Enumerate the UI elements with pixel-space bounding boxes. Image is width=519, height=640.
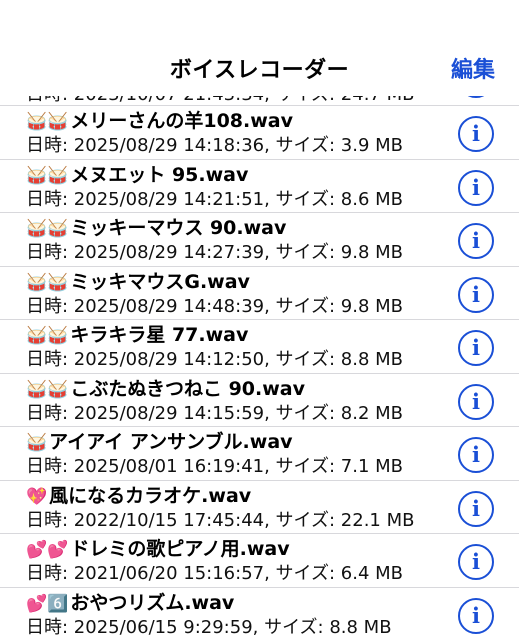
recording-emoji-icon: 🥁🥁: [26, 379, 69, 400]
recording-meta: 日時: 2021/06/20 15:16:57, サイズ: 6.4 MB: [26, 563, 404, 584]
recording-emoji-icon: 💖: [26, 486, 48, 507]
info-icon[interactable]: i: [458, 276, 494, 313]
recording-row[interactable]: 🥁 アイアイ アンサンブル.wav 日時: 2025/08/01 16:19:41,…: [0, 427, 519, 481]
recording-meta: 日時: 2025/08/29 14:18:36, サイズ: 3.9 MB: [26, 135, 404, 156]
recording-meta: 日時: 2025/08/29 14:15:59, サイズ: 8.2 MB: [26, 402, 404, 424]
recording-filename: ミッキーマウス 90.wav: [70, 217, 287, 239]
recording-title: 🥁🥁 ミッキマウスG.wav: [26, 270, 250, 295]
recording-row[interactable]: 🥁🥁 こぶたぬきつねこ 90.wav 日時: 2025/08/29 14:15:59…: [0, 374, 519, 427]
recording-title: 🥁🥁 キラキラ星 77.wav: [26, 323, 248, 348]
recording-row[interactable]: 🥁🥁 ミッキマウスG.wav 日時: 2025/08/29 14:48:39, サイ…: [0, 267, 519, 320]
recording-list[interactable]: 日時: 2023/10/07 21:43:34, サイズ: 24.7 MBi🥁🥁…: [0, 84, 519, 640]
recording-filename: ドレミの歌ピアノ用.wav: [70, 538, 290, 560]
recording-title: 💕6️⃣ おやつリズム.wav: [26, 591, 234, 616]
recording-meta: 日時: 2025/08/29 14:27:39, サイズ: 9.8 MB: [26, 242, 404, 263]
recording-meta: 日時: 2025/08/29 14:21:51, サイズ: 8.6 MB: [26, 188, 404, 210]
info-icon[interactable]: i: [458, 597, 494, 634]
info-icon[interactable]: i: [458, 544, 494, 580]
recording-emoji-icon: 💕💕: [26, 540, 69, 560]
recording-title: 🥁🥁 メヌエット 95.wav: [26, 163, 248, 188]
recording-meta: 日時: 2025/08/29 14:12:50, サイズ: 8.8 MB: [26, 349, 404, 370]
recording-filename: メヌエット 95.wav: [70, 163, 249, 186]
recording-emoji-icon: 🥁🥁: [26, 219, 69, 239]
recording-list-content: 日時: 2023/10/07 21:43:34, サイズ: 24.7 MBi🥁🥁…: [0, 84, 519, 640]
recording-filename: こぶたぬきつねこ 90.wav: [70, 377, 305, 400]
recording-title: 💕💕 ドレミの歌ピアノ用.wav: [26, 537, 290, 562]
recording-filename: キラキラ星 77.wav: [70, 324, 249, 346]
recording-row[interactable]: 🥁🥁 メヌエット 95.wav 日時: 2025/08/29 14:21:51, サ…: [0, 160, 519, 213]
recording-row[interactable]: 🥁🥁 メリーさんの羊108.wav 日時: 2025/08/29 14:18:36,…: [0, 106, 519, 160]
recording-emoji-icon: 🥁🥁: [26, 112, 69, 132]
recording-filename: おやつリズム.wav: [70, 591, 235, 614]
recording-meta: 日時: 2025/08/29 14:48:39, サイズ: 9.8 MB: [26, 295, 404, 317]
recording-filename: ミッキマウスG.wav: [70, 270, 250, 293]
recording-filename: メリーさんの羊108.wav: [70, 110, 293, 132]
recording-emoji-icon: 🥁🥁: [26, 272, 69, 293]
edit-button[interactable]: 編集: [451, 52, 495, 84]
recording-title: 🥁 アイアイ アンサンブル.wav: [26, 430, 293, 455]
info-icon[interactable]: i: [458, 490, 494, 527]
recording-meta: 日時: 2025/06/15 9:29:59, サイズ: 8.8 MB: [26, 616, 392, 638]
info-icon[interactable]: i: [458, 330, 494, 366]
navigation-bar: ボイスレコーダー 編集: [0, 0, 519, 96]
recording-title: 🥁🥁 メリーさんの羊108.wav: [26, 109, 293, 134]
recording-emoji-icon: 🥁: [26, 433, 48, 453]
recording-row[interactable]: 🥁🥁 ミッキーマウス 90.wav 日時: 2025/08/29 14:27:39,…: [0, 213, 519, 267]
recording-emoji-icon: 🥁🥁: [26, 326, 69, 346]
page-title: ボイスレコーダー: [169, 58, 350, 83]
info-icon[interactable]: i: [458, 437, 494, 473]
info-icon[interactable]: i: [458, 116, 494, 152]
recording-meta: 日時: 2025/08/01 16:19:41, サイズ: 7.1 MB: [26, 456, 404, 477]
info-icon[interactable]: i: [458, 223, 494, 259]
recording-title: 💖 風になるカラオケ.wav: [26, 484, 251, 509]
recording-filename: 風になるカラオケ.wav: [49, 484, 252, 507]
recording-emoji-icon: 🥁🥁: [26, 165, 69, 186]
recording-row[interactable]: 💕💕 ドレミの歌ピアノ用.wav 日時: 2021/06/20 15:16:57, …: [0, 534, 519, 588]
recording-row[interactable]: 💖 風になるカラオケ.wav 日時: 2022/10/15 17:45:44, サイ…: [0, 481, 519, 534]
recording-meta: 日時: 2022/10/15 17:45:44, サイズ: 22.1 MB: [26, 509, 415, 531]
recording-row[interactable]: 🥁🥁 キラキラ星 77.wav 日時: 2025/08/29 14:12:50, サ…: [0, 320, 519, 374]
recording-filename: アイアイ アンサンブル.wav: [49, 431, 293, 453]
recording-title: 🥁🥁 ミッキーマウス 90.wav: [26, 216, 286, 241]
info-icon[interactable]: i: [458, 383, 494, 420]
recording-title: 🥁🥁 こぶたぬきつねこ 90.wav: [26, 377, 305, 402]
recording-emoji-icon: 💕6️⃣: [26, 593, 69, 614]
info-icon[interactable]: i: [458, 169, 494, 206]
recording-row[interactable]: 💕6️⃣ おやつリズム.wav 日時: 2025/06/15 9:29:59, サイ…: [0, 588, 519, 640]
